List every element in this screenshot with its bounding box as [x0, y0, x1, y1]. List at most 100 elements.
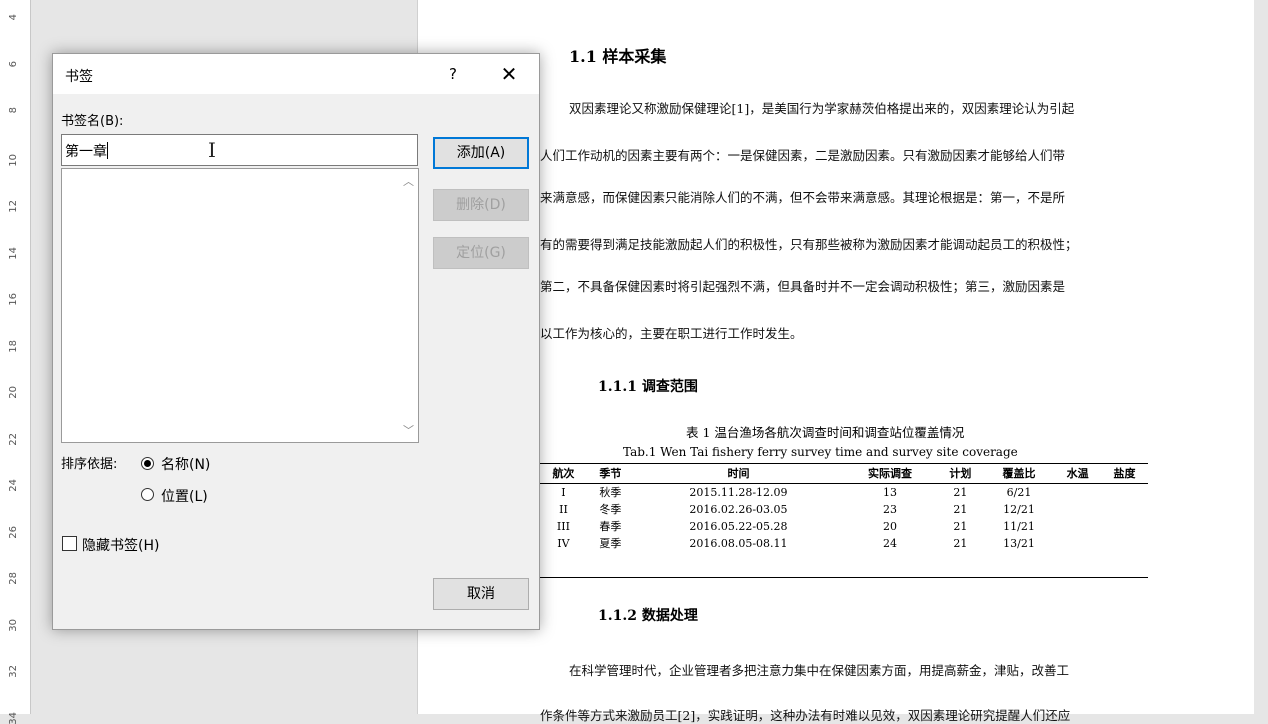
para2-line2: 作条件等方式来激励员工[2]，实践证明，这种办法有时难以见效，双因素理论研究提醒…: [540, 705, 1070, 724]
para2-line1: 在科学管理时代，企业管理者多把注意力集中在保健因素方面，用提高薪金，津贴，改善工: [569, 660, 1069, 679]
ruler-mark: 22: [8, 433, 22, 446]
cancel-button[interactable]: 取消: [433, 578, 529, 610]
table-row: IV夏季2016.08.05-08.11242113/21: [540, 535, 1148, 552]
ruler-mark: 32: [8, 665, 22, 678]
table-cell: 21: [937, 535, 984, 552]
heading-1-1-1: 1.1.1 调查范围: [598, 376, 698, 396]
table-cell: I: [540, 484, 587, 502]
table-cell: 24: [843, 535, 937, 552]
table-cell: 12/21: [984, 501, 1054, 518]
table-cell: [1101, 518, 1148, 535]
add-button[interactable]: 添加(A): [433, 137, 529, 169]
table-cell: 20: [843, 518, 937, 535]
table-header-cell: 盐度: [1101, 464, 1148, 484]
bookmark-name-value: 第一章: [65, 144, 107, 160]
delete-button[interactable]: 删除(D): [433, 189, 529, 221]
para1-line3: 来满意感，而保健因素只能消除人们的不满，但不会带来满意感。其理论根据是：第一，不…: [540, 187, 1065, 206]
table-cell: IV: [540, 535, 587, 552]
sort-by-position-label[interactable]: 位置(L): [161, 486, 208, 506]
table-header-cell: 时间: [634, 464, 843, 484]
table-cell: 2016.02.26-03.05: [634, 501, 843, 518]
table-caption-cn: 表 1 温台渔场各航次调查时间和调查站位覆盖情况: [686, 422, 964, 441]
table-cell: 13/21: [984, 535, 1054, 552]
ruler-mark: 26: [8, 526, 22, 539]
ruler-mark: 20: [8, 386, 22, 399]
ruler-mark: 28: [8, 572, 22, 585]
table-cell: [1101, 484, 1148, 502]
scroll-down-icon[interactable]: ﹀: [403, 422, 414, 438]
sort-by-label: 排序依据:: [61, 453, 117, 472]
table-header-cell: 航次: [540, 464, 587, 484]
sort-by-position-radio[interactable]: [141, 488, 154, 501]
close-icon[interactable]: ✕: [491, 60, 527, 88]
hidden-bookmarks-label[interactable]: 隐藏书签(H): [82, 535, 159, 555]
table-cell: 2016.05.22-05.28: [634, 518, 843, 535]
table-header-cell: 覆盖比: [984, 464, 1054, 484]
dialog-titlebar[interactable]: 书签 ? ✕: [53, 54, 539, 94]
table-cell: [1054, 535, 1101, 552]
page-margin-gap: [1254, 0, 1268, 714]
table-row: II冬季2016.02.26-03.05232112/21: [540, 501, 1148, 518]
table-cell: [1101, 501, 1148, 518]
vertical-ruler: 46810121416182022242628303234: [0, 0, 31, 714]
help-button[interactable]: ?: [438, 60, 468, 88]
table-cell: [1054, 484, 1101, 502]
table-row: III春季2016.05.22-05.28202111/21: [540, 518, 1148, 535]
table-header-cell: 实际调查: [843, 464, 937, 484]
table-cell: 冬季: [587, 501, 634, 518]
table-cell: 21: [937, 501, 984, 518]
table-cell: 11/21: [984, 518, 1054, 535]
table-header-cell: 季节: [587, 464, 634, 484]
ruler-mark: 24: [8, 479, 22, 492]
survey-table: 航次 季节 时间 实际调查 计划 覆盖比 水温 盐度 I秋季2015.11.28…: [540, 463, 1148, 552]
table-cell: 春季: [587, 518, 634, 535]
table-row: I秋季2015.11.28-12.0913216/21: [540, 484, 1148, 502]
ibeam-cursor-icon: Ⅰ: [208, 138, 216, 162]
table-bottom-rule: [540, 577, 1148, 578]
ruler-mark: 10: [8, 154, 22, 167]
bookmark-dialog: 书签 ? ✕ 书签名(B): 第一章 Ⅰ ︿ ﹀ 添加(A) 删除(D) 定位(…: [52, 53, 540, 630]
table-header-row: 航次 季节 时间 实际调查 计划 覆盖比 水温 盐度: [540, 464, 1148, 484]
ruler-mark: 34: [8, 712, 22, 724]
table-cell: 2015.11.28-12.09: [634, 484, 843, 502]
bookmark-name-input[interactable]: 第一章: [61, 134, 418, 166]
para1-line2: 人们工作动机的因素主要有两个：一是保健因素，二是激励因素。只有激励因素才能够给人…: [540, 145, 1065, 164]
table-cell: [1101, 535, 1148, 552]
hidden-bookmarks-checkbox[interactable]: [62, 536, 77, 551]
goto-button[interactable]: 定位(G): [433, 237, 529, 269]
ruler-mark: 30: [8, 619, 22, 632]
bookmark-list[interactable]: ︿ ﹀: [61, 168, 419, 443]
sort-by-name-radio[interactable]: [141, 457, 154, 470]
radio-selected-dot: [144, 460, 151, 467]
heading-1-1-2: 1.1.2 数据处理: [598, 605, 698, 625]
table-header-cell: 水温: [1054, 464, 1101, 484]
ruler-mark: 4: [8, 14, 22, 20]
bookmark-name-label: 书签名(B):: [61, 110, 123, 129]
para1-line1: 双因素理论又称激励保健理论[1]，是美国行为学家赫茨伯格提出来的，双因素理论认为…: [569, 98, 1074, 117]
text-caret: [107, 142, 108, 159]
table-cell: 夏季: [587, 535, 634, 552]
ruler-mark: 6: [8, 61, 22, 67]
ruler-mark: 18: [8, 340, 22, 353]
table-cell: 6/21: [984, 484, 1054, 502]
scroll-up-icon[interactable]: ︿: [403, 173, 414, 189]
sort-by-name-label[interactable]: 名称(N): [161, 454, 210, 474]
ruler-mark: 14: [8, 247, 22, 260]
heading-1-1: 1.1 样本采集: [569, 43, 666, 67]
table-cell: III: [540, 518, 587, 535]
table-cell: [1054, 501, 1101, 518]
table-cell: II: [540, 501, 587, 518]
ruler-mark: 8: [8, 107, 22, 113]
table-cell: 秋季: [587, 484, 634, 502]
para1-line6: 以工作为核心的，主要在职工进行工作时发生。: [540, 323, 803, 342]
table-cell: 2016.08.05-08.11: [634, 535, 843, 552]
table-cell: [1054, 518, 1101, 535]
ruler-mark: 12: [8, 200, 22, 213]
table-header-cell: 计划: [937, 464, 984, 484]
para1-line5: 第二，不具备保健因素时将引起强烈不满，但具备时并不一定会调动积极性；第三，激励因…: [540, 276, 1065, 295]
table-cell: 21: [937, 484, 984, 502]
dialog-title: 书签: [65, 66, 93, 86]
ruler-mark: 16: [8, 293, 22, 306]
table-caption-en: Tab.1 Wen Tai fishery ferry survey time …: [623, 445, 1018, 459]
para1-line4: 有的需要得到满足技能激励起人们的积极性，只有那些被称为激励因素才能调动起员工的积…: [540, 234, 1078, 253]
